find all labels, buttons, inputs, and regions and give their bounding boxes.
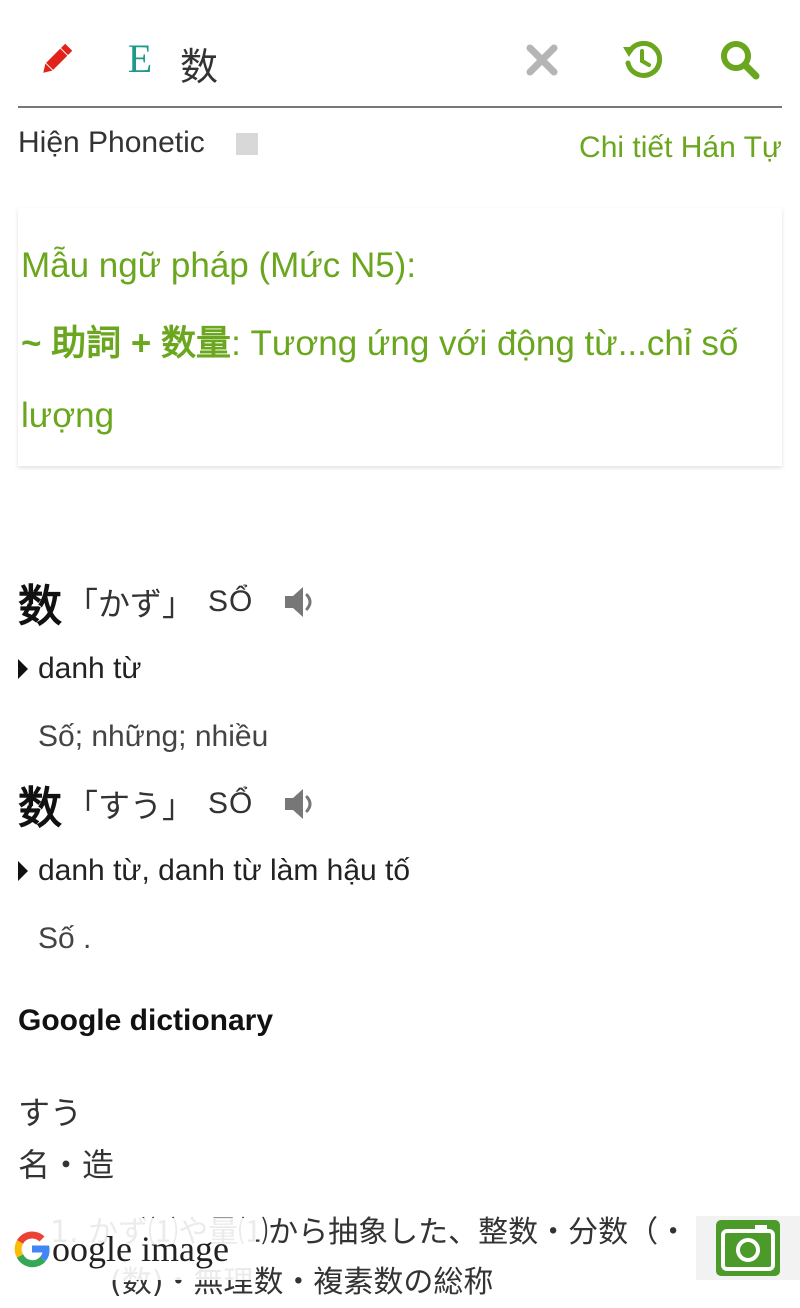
entry-header: 数 「かず」 SỔ bbox=[18, 570, 321, 634]
search-icon[interactable] bbox=[716, 36, 764, 84]
phonetic-checkbox[interactable] bbox=[236, 133, 258, 155]
entry-meaning: Số . bbox=[38, 922, 92, 955]
part-of-speech-label: danh từ bbox=[38, 652, 142, 685]
entry-part-of-speech[interactable]: danh từ bbox=[18, 652, 142, 686]
caret-right-icon bbox=[18, 659, 28, 679]
phonetic-toggle-label: Hiện Phonetic bbox=[18, 126, 205, 159]
grammar-pattern: ~ 助詞 + 数量 bbox=[21, 324, 232, 363]
entry-header: 数 「すう」 SỔ bbox=[18, 772, 321, 836]
entry-part-of-speech[interactable]: danh từ, danh từ làm hậu tố bbox=[18, 854, 410, 888]
grammar-item[interactable]: ~ 助詞 + 数量: Tương ứng với động từ...chỉ s… bbox=[21, 308, 766, 452]
google-dictionary-reading: すう bbox=[18, 1094, 83, 1132]
google-dictionary-title: Google dictionary bbox=[18, 1004, 274, 1037]
caret-right-icon bbox=[18, 861, 28, 881]
grammar-card: Mẫu ngữ pháp (Mức N5): ~ 助詞 + 数量: Tương … bbox=[18, 208, 782, 466]
grammar-title: Mẫu ngữ pháp (Mức N5): bbox=[21, 246, 417, 285]
part-of-speech-label: danh từ, danh từ làm hậu tố bbox=[38, 854, 411, 887]
entry-meaning: Số; những; nhiều bbox=[38, 720, 269, 753]
google-dictionary-pos: 名・造 bbox=[18, 1146, 115, 1184]
kanji-detail-link[interactable]: Chi tiết Hán Tự bbox=[579, 131, 782, 165]
entry-reading: 「かず」 bbox=[66, 585, 195, 623]
history-icon[interactable] bbox=[618, 36, 666, 84]
pencil-icon[interactable] bbox=[32, 36, 80, 84]
entry-hanviet: SỔ bbox=[208, 787, 254, 820]
camera-icon bbox=[716, 1220, 780, 1276]
entry-reading: 「すう」 bbox=[66, 787, 195, 825]
google-g-icon bbox=[14, 1231, 50, 1268]
entry-hanviet: SỔ bbox=[208, 585, 254, 618]
google-image-button[interactable]: oogle image bbox=[0, 1218, 256, 1280]
language-label: E bbox=[127, 35, 153, 81]
speaker-icon[interactable] bbox=[281, 582, 321, 622]
camera-button[interactable] bbox=[696, 1216, 800, 1280]
search-toolbar: E 数 bbox=[18, 0, 782, 108]
language-toggle-button[interactable]: E bbox=[118, 34, 162, 82]
search-query[interactable]: 数 bbox=[180, 36, 218, 91]
close-icon[interactable] bbox=[518, 36, 566, 84]
entry-kanji: 数 bbox=[18, 783, 62, 834]
speaker-icon[interactable] bbox=[281, 784, 321, 824]
google-image-label: oogle image bbox=[52, 1229, 229, 1269]
entry-kanji: 数 bbox=[18, 581, 62, 632]
